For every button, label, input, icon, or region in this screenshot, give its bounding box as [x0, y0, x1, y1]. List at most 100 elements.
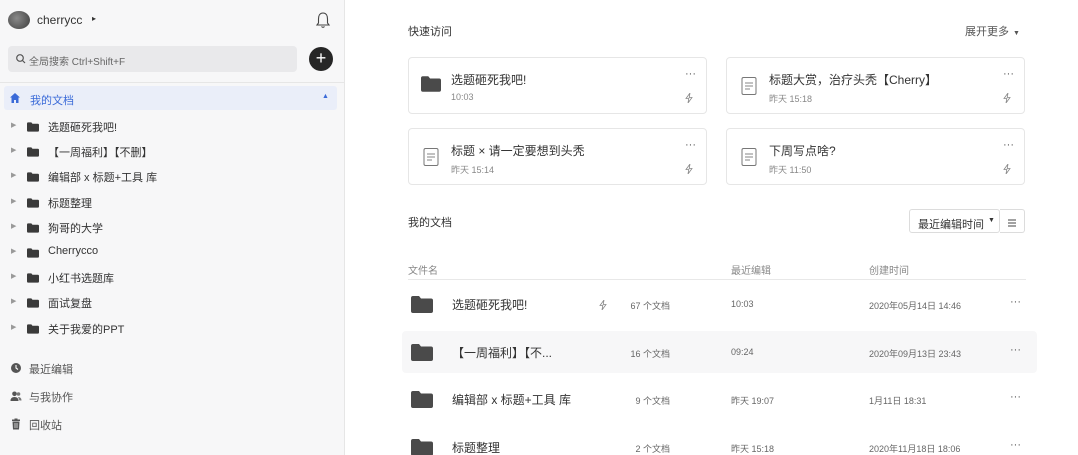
caret-up-icon[interactable]: ▲: [322, 93, 329, 100]
row-doc-count: 67 个文档: [630, 301, 670, 311]
folder-icon: [27, 121, 39, 132]
sidebar-folder-item[interactable]: ▶ 编辑部 x 标题+工具 库: [0, 165, 344, 187]
row-edited-time: 昨天 15:18: [731, 443, 775, 454]
row-name: 选题砸死我吧!: [452, 298, 528, 312]
sidebar-nav-item[interactable]: 最近编辑: [0, 357, 344, 379]
search-icon: [15, 53, 27, 65]
table-row[interactable]: 【一周福利】【不... 16 个文档 09:24 2020年09月13日 23:…: [402, 330, 1037, 373]
table-header-divider: [408, 279, 1026, 280]
folder-icon: [27, 222, 39, 233]
quick-access-card[interactable]: 标题 × 请一定要想到头秃 昨天 15:14 ···: [408, 128, 707, 185]
caret-right-icon[interactable]: ▶: [11, 121, 16, 129]
expand-more-button[interactable]: 展开更多 ▼: [965, 23, 1020, 39]
table-row[interactable]: 编辑部 x 标题+工具 库 9 个文档 昨天 19:07 1月11日 18:31…: [402, 378, 1037, 420]
add-button[interactable]: +: [309, 47, 333, 71]
card-time: 昨天 11:50: [769, 165, 812, 175]
folder-icon: [27, 297, 39, 309]
more-icon[interactable]: ···: [1010, 439, 1021, 451]
doc-icon: [739, 76, 759, 96]
row-created-time: 2020年11月18日 18:06: [869, 443, 961, 454]
sidebar-folder-item[interactable]: ▶ 标题整理: [0, 191, 344, 213]
caret-right-icon[interactable]: ▶: [11, 247, 16, 255]
caret-right-icon[interactable]: ▶: [11, 272, 16, 280]
sidebar-nav-item[interactable]: 与我协作: [0, 385, 344, 407]
quick-access-title: 快速访问: [408, 26, 452, 38]
sort-dropdown[interactable]: 最近编辑时间 ▼: [909, 209, 1000, 233]
table-row[interactable]: 选题砸死我吧! 67 个文档 10:03 2020年05月14日 14:46 ·…: [402, 283, 1037, 325]
caret-right-icon: ▸: [92, 14, 97, 23]
column-header-name[interactable]: 文件名: [408, 262, 438, 277]
caret-right-icon[interactable]: ▶: [11, 171, 16, 179]
more-icon[interactable]: ···: [1010, 344, 1021, 356]
sidebar-folder-item[interactable]: ▶ 选题砸死我吧!: [0, 115, 344, 137]
folder-icon: [27, 272, 39, 283]
sidebar-folder-item[interactable]: ▶ 面试复盘: [0, 291, 344, 313]
folder-icon: [27, 171, 39, 183]
search-input[interactable]: 全局搜索 Ctrl+Shift+F: [8, 46, 297, 72]
bolt-icon[interactable]: [685, 92, 693, 104]
more-icon[interactable]: ···: [1003, 68, 1014, 80]
list-view-button[interactable]: [1000, 209, 1025, 233]
search-placeholder: 全局搜索 Ctrl+Shift+F: [29, 57, 126, 68]
folder-icon: [411, 343, 433, 361]
sidebar-folder-item[interactable]: ▶ 【一周福利】【不删】: [0, 140, 344, 162]
sidebar-folder-label: 选题砸死我吧!: [48, 122, 118, 134]
sidebar-nav-label: 最近编辑: [29, 364, 73, 376]
caret-right-icon[interactable]: ▶: [11, 323, 16, 331]
row-created-time: 2020年05月14日 14:46: [869, 301, 962, 311]
row-edited-time: 昨天 19:07: [731, 396, 775, 406]
row-name: 标题整理: [452, 440, 501, 455]
sidebar-item-label: 我的文档: [30, 95, 74, 107]
caret-right-icon[interactable]: ▶: [11, 197, 16, 205]
main-content: 快速访问 展开更多 ▼ 选题砸死我吧! 10:03 ··· 标题大赏，治疗头秃【C…: [345, 0, 1078, 455]
more-icon[interactable]: ···: [1003, 139, 1014, 151]
table-row[interactable]: 标题整理 2 个文档 昨天 15:18 2020年11月18日 18:06 ··…: [402, 426, 1037, 455]
folder-icon: [27, 197, 39, 208]
trash-icon: [10, 418, 22, 430]
sidebar-folder-label: 面试复盘: [48, 298, 92, 311]
row-name: 【一周福利】【不...: [452, 345, 553, 360]
sidebar-folder-label: Cherrycco: [48, 245, 99, 257]
avatar[interactable]: [8, 11, 30, 29]
clock-icon: [10, 362, 22, 374]
folder-icon: [411, 296, 433, 313]
card-time: 10:03: [451, 92, 474, 102]
row-doc-count: 16 个文档: [630, 348, 670, 359]
bolt-icon[interactable]: [599, 299, 607, 311]
more-icon[interactable]: ···: [685, 68, 696, 80]
card-title: 选题砸死我吧!: [451, 73, 527, 87]
more-icon[interactable]: ···: [685, 139, 696, 151]
quick-access-card[interactable]: 选题砸死我吧! 10:03 ···: [408, 57, 707, 114]
quick-access-card[interactable]: 标题大赏，治疗头秃【Cherry】 昨天 15:18 ···: [726, 57, 1025, 114]
quick-access-card[interactable]: 下周写点啥? 昨天 11:50 ···: [726, 128, 1025, 185]
more-icon[interactable]: ···: [1010, 296, 1021, 308]
bell-icon[interactable]: [314, 10, 332, 30]
bolt-icon[interactable]: [1003, 163, 1011, 175]
sidebar-folder-item[interactable]: ▶ 小红书选题库: [0, 266, 344, 288]
card-time: 昨天 15:18: [769, 94, 813, 104]
column-header-edited[interactable]: 最近编辑: [731, 262, 771, 277]
column-header-created[interactable]: 创建时间: [869, 262, 909, 277]
sidebar-folder-label: 标题整理: [48, 197, 92, 210]
bolt-icon[interactable]: [1003, 92, 1011, 104]
user-menu[interactable]: cherrycc ▸: [8, 10, 338, 32]
row-doc-count: 2 个文档: [635, 443, 670, 454]
doc-icon: [421, 147, 441, 167]
sidebar-folder-label: 【一周福利】【不删】: [48, 147, 153, 160]
bolt-icon[interactable]: [685, 163, 693, 175]
sidebar-nav-label: 与我协作: [29, 392, 73, 404]
sidebar-folder-item[interactable]: ▶ 关于我爱的PPT: [0, 317, 344, 339]
caret-right-icon[interactable]: ▶: [11, 146, 16, 154]
sidebar-folder-item[interactable]: ▶ 狗哥的大学: [0, 216, 344, 238]
row-edited-time: 09:24: [731, 346, 754, 357]
caret-right-icon[interactable]: ▶: [11, 297, 16, 305]
sidebar-folder-item[interactable]: ▶ Cherrycco: [0, 241, 344, 263]
sidebar-nav-label: 回收站: [29, 420, 62, 432]
folder-icon: [421, 76, 441, 96]
sidebar-nav-item[interactable]: 回收站: [0, 413, 344, 435]
sidebar-item-my-docs[interactable]: 我的文档 ▲: [4, 86, 337, 110]
caret-right-icon[interactable]: ▶: [11, 222, 16, 230]
more-icon[interactable]: ···: [1010, 391, 1021, 403]
row-doc-count: 9 个文档: [635, 396, 670, 406]
caret-down-icon: ▼: [988, 217, 995, 224]
